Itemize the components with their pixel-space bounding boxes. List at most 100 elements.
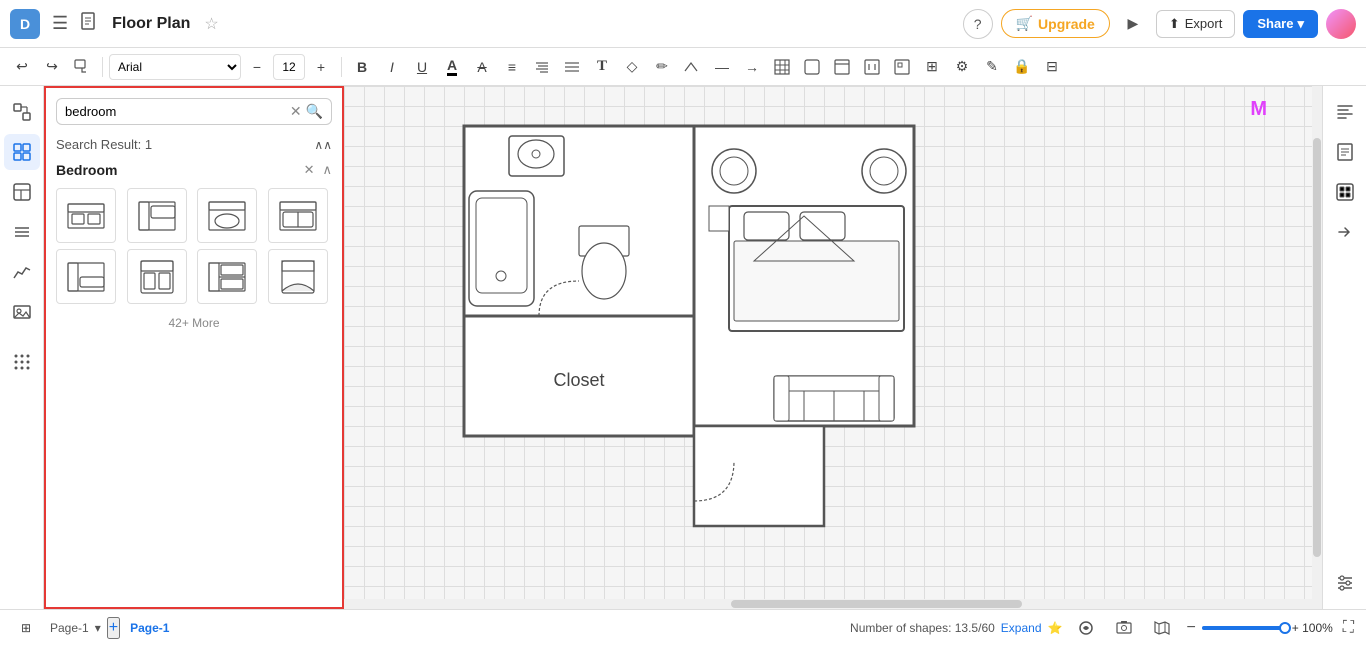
shape-item-6[interactable]: [127, 249, 187, 304]
star-shapes-icon: ⭐: [1048, 621, 1063, 635]
search-bar[interactable]: ✕ 🔍: [56, 98, 332, 125]
list-button[interactable]: [558, 53, 586, 81]
clear-search-button[interactable]: ✕: [290, 103, 302, 120]
play-button[interactable]: ▶: [1118, 9, 1148, 39]
redo-button[interactable]: ↪: [38, 53, 66, 81]
text-align-right-button[interactable]: [528, 53, 556, 81]
app-logo[interactable]: D: [10, 9, 40, 39]
sidebar-image-icon[interactable]: [4, 294, 40, 330]
expand-shapes-button[interactable]: Expand: [1001, 621, 1042, 635]
font-family-select[interactable]: ArialTimes New RomanHelvetica: [109, 54, 241, 80]
fullscreen-button[interactable]: ⛶: [1343, 619, 1354, 637]
shape-item-8[interactable]: [268, 249, 328, 304]
zoom-out-button[interactable]: −: [1186, 619, 1195, 637]
edit-button[interactable]: ✎: [978, 53, 1006, 81]
floor-plan[interactable]: Closet: [424, 116, 944, 546]
right-pages-icon[interactable]: [1327, 134, 1363, 170]
strikethrough-button[interactable]: A: [468, 53, 496, 81]
export-label: Export: [1185, 16, 1223, 31]
screenshot-button[interactable]: [1110, 614, 1138, 642]
swimlane-button[interactable]: [828, 53, 856, 81]
export-diagram-button[interactable]: ⊟: [1038, 53, 1066, 81]
horizontal-scrollbar[interactable]: [344, 599, 1312, 609]
vertical-scrollbar[interactable]: [1312, 86, 1322, 609]
category-header: Bedroom ✕ ∧: [56, 162, 332, 178]
right-arrow-icon[interactable]: [1327, 214, 1363, 250]
page-sidebar-toggle[interactable]: ⊞: [12, 614, 40, 642]
cart-icon: 🛒: [1016, 15, 1033, 32]
vertical-scrollbar-thumb[interactable]: [1313, 138, 1321, 556]
sidebar-shapes-icon[interactable]: [4, 134, 40, 170]
ml-watermark: M: [1250, 98, 1267, 121]
font-size-decrease-button[interactable]: −: [243, 53, 271, 81]
document-title: Floor Plan: [112, 15, 190, 33]
extra-shapes-button[interactable]: ⊞: [918, 53, 946, 81]
share-button[interactable]: Share ▾: [1243, 10, 1318, 38]
share-dropdown-icon: ▾: [1297, 16, 1304, 32]
horizontal-scrollbar-thumb[interactable]: [731, 600, 1021, 608]
collapse-results-button[interactable]: ∧∧: [314, 138, 332, 152]
shape-item-2[interactable]: [127, 188, 187, 243]
page-name: Page-1: [50, 621, 89, 635]
upgrade-label: Upgrade: [1038, 16, 1095, 32]
connector-button[interactable]: [678, 53, 706, 81]
underline-button[interactable]: U: [408, 53, 436, 81]
font-color-button[interactable]: A: [438, 53, 466, 81]
close-category-button[interactable]: ✕: [304, 162, 315, 178]
collapse-category-button[interactable]: ∧: [322, 162, 332, 178]
collapse-button[interactable]: [888, 53, 916, 81]
play-icon: ▶: [1127, 15, 1138, 32]
search-icon[interactable]: 🔍: [306, 103, 323, 120]
sidebar-templates-icon[interactable]: [4, 174, 40, 210]
zoom-slider[interactable]: [1202, 626, 1282, 630]
shape-count-label: Number of shapes: 13.5/60: [850, 621, 995, 635]
right-settings-icon[interactable]: [1327, 565, 1363, 601]
shape-item-5[interactable]: [56, 249, 116, 304]
pen-button[interactable]: ✏: [648, 53, 676, 81]
right-format-icon[interactable]: [1327, 94, 1363, 130]
lock-button[interactable]: 🔒: [1008, 53, 1036, 81]
italic-button[interactable]: I: [378, 53, 406, 81]
right-properties-icon[interactable]: [1327, 174, 1363, 210]
sidebar-connect-icon[interactable]: [4, 94, 40, 130]
sidebar-more-icon[interactable]: [4, 344, 40, 380]
arrow-style-button[interactable]: →: [738, 53, 766, 81]
shape-button[interactable]: ◇: [618, 53, 646, 81]
user-avatar[interactable]: [1326, 9, 1356, 39]
search-input[interactable]: [65, 104, 290, 119]
star-shape-button[interactable]: ⚙: [948, 53, 976, 81]
undo-button[interactable]: ↩: [8, 53, 36, 81]
export-button[interactable]: ⬆ Export: [1156, 10, 1235, 38]
menu-icon[interactable]: ☰: [52, 13, 68, 34]
help-button[interactable]: ?: [963, 9, 993, 39]
text-tool-button[interactable]: T: [588, 53, 616, 81]
line-style-button[interactable]: —: [708, 53, 736, 81]
shape-item-1[interactable]: [56, 188, 116, 243]
zoom-level-label: + 100%: [1288, 621, 1333, 635]
paint-format-button[interactable]: [68, 53, 96, 81]
font-size-input[interactable]: [273, 54, 305, 80]
shape-item-3[interactable]: [197, 188, 257, 243]
toolbar-separator-2: [341, 57, 342, 77]
shape-item-4[interactable]: [268, 188, 328, 243]
font-size-increase-button[interactable]: +: [307, 53, 335, 81]
text-align-button[interactable]: ≡: [498, 53, 526, 81]
sidebar-layers-icon[interactable]: [4, 214, 40, 250]
favorite-icon[interactable]: ☆: [204, 14, 218, 34]
share-label: Share: [1257, 16, 1293, 31]
layers-toggle-button[interactable]: [1072, 614, 1100, 642]
upgrade-button[interactable]: 🛒 Upgrade: [1001, 9, 1110, 38]
table-button[interactable]: [768, 53, 796, 81]
add-page-button[interactable]: +: [107, 617, 120, 639]
more-shapes-label[interactable]: 42+ More: [56, 316, 332, 330]
shape-item-7[interactable]: [197, 249, 257, 304]
sidebar-charts-icon[interactable]: [4, 254, 40, 290]
active-page[interactable]: Page-1: [130, 621, 169, 635]
container-button[interactable]: [798, 53, 826, 81]
expand-button[interactable]: [858, 53, 886, 81]
bold-button[interactable]: B: [348, 53, 376, 81]
page-dropdown-icon[interactable]: ▾: [95, 621, 101, 635]
map-button[interactable]: [1148, 614, 1176, 642]
canvas-area[interactable]: M: [344, 86, 1322, 609]
shapes-grid: [56, 188, 332, 304]
